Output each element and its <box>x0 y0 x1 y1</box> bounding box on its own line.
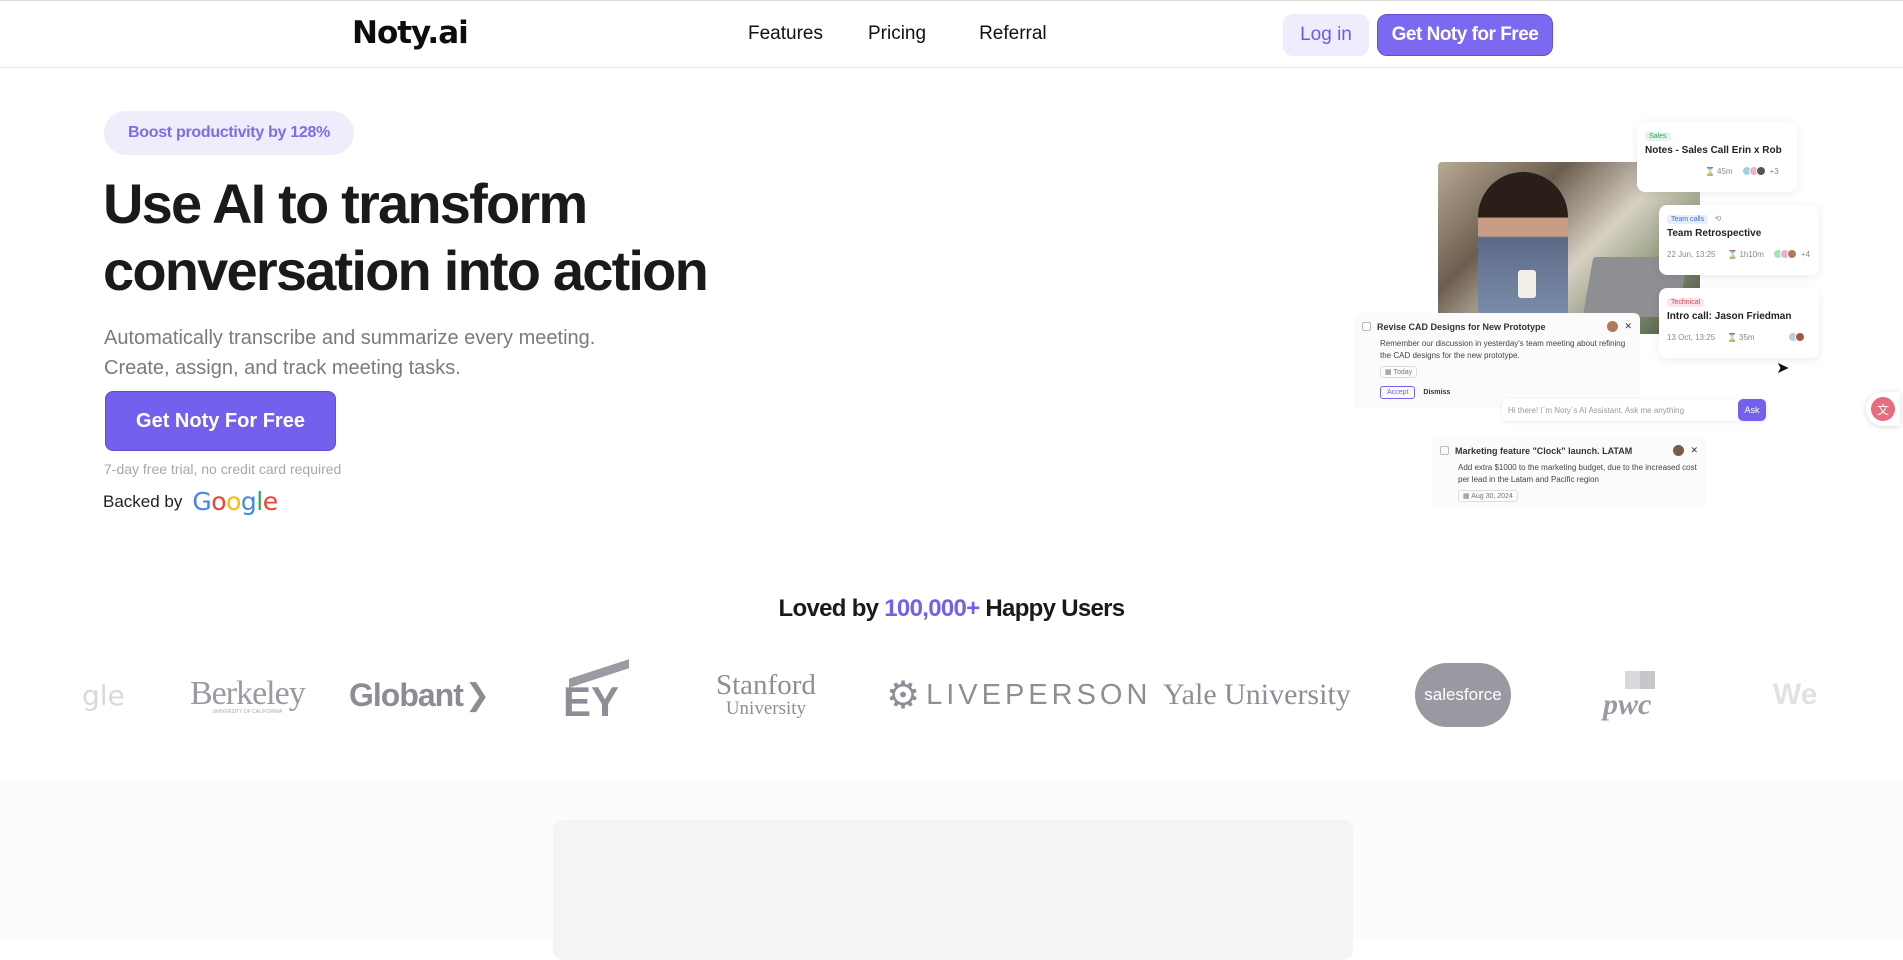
productivity-badge: Boost productivity by 128% <box>104 111 355 155</box>
hourglass-icon: ⌛ <box>1727 249 1738 259</box>
hourglass-icon: ⌛ <box>1705 166 1715 176</box>
task-title: Marketing feature "Clock" launch. LATAM <box>1455 445 1633 456</box>
hero-title-line-2: conversation into action <box>103 239 709 302</box>
task-date-label: Today <box>1393 369 1413 376</box>
avatar <box>1673 445 1685 456</box>
logo-ey: EY <box>563 655 629 735</box>
ai-assistant-input[interactable]: Hi there! I`m Noty`s AI Assistant. Ask m… <box>1502 399 1766 421</box>
logo-globant: Globant ❯ <box>349 655 490 735</box>
hero-subtitle: Automatically transcribe and summarize e… <box>104 323 595 383</box>
hero-title: Use AI to transform conversation into ac… <box>103 170 709 304</box>
tag-sales: Sales <box>1645 132 1671 141</box>
calendar-icon: ▦ <box>1463 493 1472 500</box>
trial-note: 7-day free trial, no credit card require… <box>104 461 342 477</box>
customer-logos-strip: gle Berkeley UNIVERSITY OF CALIFORNIA Gl… <box>0 655 1903 735</box>
extra-count: +3 <box>1769 166 1779 176</box>
logo-stanford: Stanford University <box>716 655 816 735</box>
hero-title-line-1: Use AI to transform <box>103 172 588 235</box>
loved-by-heading: Loved by 100,000+ Happy Users <box>0 595 1903 623</box>
gear-icon: ⚙ <box>886 674 921 717</box>
meeting-date: 13 Oct, 13:25 <box>1667 332 1716 342</box>
nav-link-features[interactable]: Features <box>748 23 823 45</box>
dismiss-button[interactable]: Dismiss <box>1423 389 1450 396</box>
task-date-label: Aug 30, 2024 <box>1471 493 1513 500</box>
meeting-duration: 1h10m <box>1739 249 1764 259</box>
chevron-right-icon: ❯ <box>464 678 490 712</box>
meeting-date: 22 Jun, 13:25 <box>1667 249 1716 259</box>
google-logo: Google <box>192 487 278 516</box>
meeting-title: Intro call: Jason Friedman <box>1667 311 1792 322</box>
get-noty-free-nav-button[interactable]: Get Noty for Free <box>1377 14 1553 56</box>
extra-count: +4 <box>1800 249 1811 259</box>
backed-by-label: Backed by <box>103 491 183 511</box>
close-icon[interactable]: ✕ <box>1624 321 1632 332</box>
logo-salesforce: salesforce <box>1415 655 1511 735</box>
login-button[interactable]: Log in <box>1283 14 1369 56</box>
logo-berkeley: Berkeley UNIVERSITY OF CALIFORNIA <box>190 655 306 735</box>
meeting-title: Team Retrospective <box>1667 228 1762 239</box>
meeting-card-team[interactable]: Team calls ⟲ Team Retrospective 22 Jun, … <box>1659 205 1819 275</box>
tag-team-calls: Team calls <box>1667 215 1709 224</box>
close-icon[interactable]: ✕ <box>1690 445 1698 456</box>
task-body: Add extra $1000 to the marketing budget,… <box>1458 463 1697 484</box>
backed-by-google: Backed by Google <box>103 487 278 516</box>
accept-button[interactable]: Accept <box>1380 386 1416 399</box>
liveperson-text: LIVEPERSON <box>926 678 1152 711</box>
task-checkbox[interactable] <box>1440 446 1449 455</box>
loved-suffix: Happy Users <box>985 595 1125 622</box>
cloud-icon: salesforce <box>1415 663 1511 727</box>
mouse-cursor-icon: ➤ <box>1776 360 1790 377</box>
hero-subtitle-line-1: Automatically transcribe and summarize e… <box>104 327 596 349</box>
stanford-sub: University <box>725 698 807 719</box>
logo-google-partial: gle <box>82 678 125 712</box>
task-date: ▦ Today <box>1380 366 1418 378</box>
nav-link-referral[interactable]: Referral <box>979 23 1047 45</box>
logo-partial-right: We <box>1773 678 1818 711</box>
hourglass-icon: ⌛ <box>1727 332 1737 342</box>
get-noty-free-hero-button[interactable]: Get Noty For Free <box>105 391 336 451</box>
ask-placeholder: Hi there! I`m Noty`s AI Assistant. Ask m… <box>1508 405 1685 415</box>
logo-liveperson: ⚙ LIVEPERSON <box>886 655 1151 735</box>
task-title: Revise CAD Designs for New Prototype <box>1377 321 1546 332</box>
meeting-duration: 35m <box>1739 332 1755 342</box>
berkeley-sub: UNIVERSITY OF CALIFORNIA <box>212 709 283 715</box>
avatar <box>1607 321 1619 332</box>
avatars <box>1772 249 1797 259</box>
task-checkbox[interactable] <box>1362 322 1371 331</box>
nav-links: Features Pricing Referral <box>748 23 1092 45</box>
translate-widget[interactable]: 文 <box>1866 392 1900 426</box>
ey-text: EY <box>563 677 620 725</box>
translate-icon: 文 <box>1871 397 1895 421</box>
meeting-duration: 45m <box>1716 166 1733 176</box>
task-card-marketing[interactable]: Marketing feature "Clock" launch. LATAM … <box>1432 437 1706 507</box>
pwc-text: pwc <box>1603 688 1652 721</box>
logo-pwc: pwc <box>1603 655 1655 735</box>
user-count: 100,000+ <box>884 595 980 622</box>
video-panel <box>553 820 1353 960</box>
top-navbar: Noty.ai Features Pricing Referral Log in… <box>0 0 1903 68</box>
tag-technical: Technical <box>1667 298 1705 307</box>
stanford-text: Stanford <box>716 669 816 701</box>
pwc-blocks <box>1625 671 1655 689</box>
meeting-title: Notes - Sales Call Erin x Rob <box>1645 145 1782 156</box>
ask-button[interactable]: Ask <box>1738 399 1766 421</box>
sync-icon: ⟲ <box>1714 214 1722 223</box>
meeting-card-sales[interactable]: Sales Notes - Sales Call Erin x Rob ⌛ 45… <box>1637 122 1797 192</box>
nav-link-pricing[interactable]: Pricing <box>868 23 926 45</box>
noty-logo[interactable]: Noty.ai <box>352 15 469 51</box>
loved-prefix: Loved by <box>778 595 879 622</box>
hero-subtitle-line-2: Create, assign, and track meeting tasks. <box>104 357 461 379</box>
logo-yale: Yale University <box>1163 678 1351 711</box>
avatars <box>1741 166 1766 176</box>
task-body: Remember our discussion in yesterday's t… <box>1380 339 1626 360</box>
avatars <box>1787 332 1805 342</box>
meeting-card-technical[interactable]: Technical Intro call: Jason Friedman 13 … <box>1659 288 1819 358</box>
globant-text: Globant <box>349 676 464 713</box>
task-date: ▦ Aug 30, 2024 <box>1458 490 1518 502</box>
berkeley-text: Berkeley <box>190 675 306 712</box>
task-card-cad[interactable]: Revise CAD Designs for New Prototype ✕ R… <box>1354 313 1640 409</box>
